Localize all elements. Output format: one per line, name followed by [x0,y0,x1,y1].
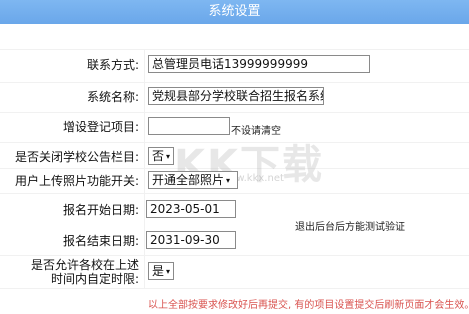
custom-limit-select[interactable]: 是 ▾ [148,262,174,280]
extra-item-input[interactable] [148,117,230,135]
custom-limit-value: 是 [152,264,165,278]
custom-limit-label-line1: 是否允许各校在上述 [30,258,139,272]
end-date-input[interactable]: 2031-09-30 [146,231,236,249]
close-bulletin-value: 否 [152,149,165,163]
custom-limit-label-line2: 时间内自定时限: [50,272,139,286]
page-title: 系统设置 [0,0,469,24]
extra-item-label: 增设登记项目: [62,120,139,134]
row-divider [0,255,469,256]
system-name-label: 系统名称: [86,90,139,104]
system-name-input[interactable]: 党规县部分学校联合招生报名系统 [148,87,324,105]
photo-upload-value: 开通全部照片 [152,173,225,187]
date-note: 退出后台后方能测试验证 [295,222,405,233]
row-divider [0,49,469,50]
close-bulletin-select[interactable]: 否 ▾ [148,147,174,165]
photo-upload-select[interactable]: 开通全部照片 ▾ [148,171,238,189]
end-date-label: 报名结束日期: [62,234,139,248]
row-divider [0,112,469,113]
close-bulletin-label: 是否关闭学校公告栏目: [14,150,139,164]
start-date-input[interactable]: 2023-05-01 [146,200,236,218]
footer-note: 以上全部按要求修改好后再提交, 有的项目设置提交后刷新页面才会生效。 [148,300,469,311]
contact-input[interactable]: 总管理员电话13999999999 [148,55,370,73]
chevron-down-icon: ▾ [166,152,171,161]
start-date-label: 报名开始日期: [62,203,139,217]
chevron-down-icon: ▾ [166,267,171,276]
row-divider [0,82,469,83]
chevron-down-icon: ▾ [226,176,231,185]
row-divider [0,288,469,289]
column-divider [144,49,145,288]
extra-item-hint: 不设请清空 [231,126,281,137]
photo-upload-label: 用户上传照片功能开关: [14,174,139,188]
contact-label: 联系方式: [86,58,139,72]
row-divider [0,193,469,194]
